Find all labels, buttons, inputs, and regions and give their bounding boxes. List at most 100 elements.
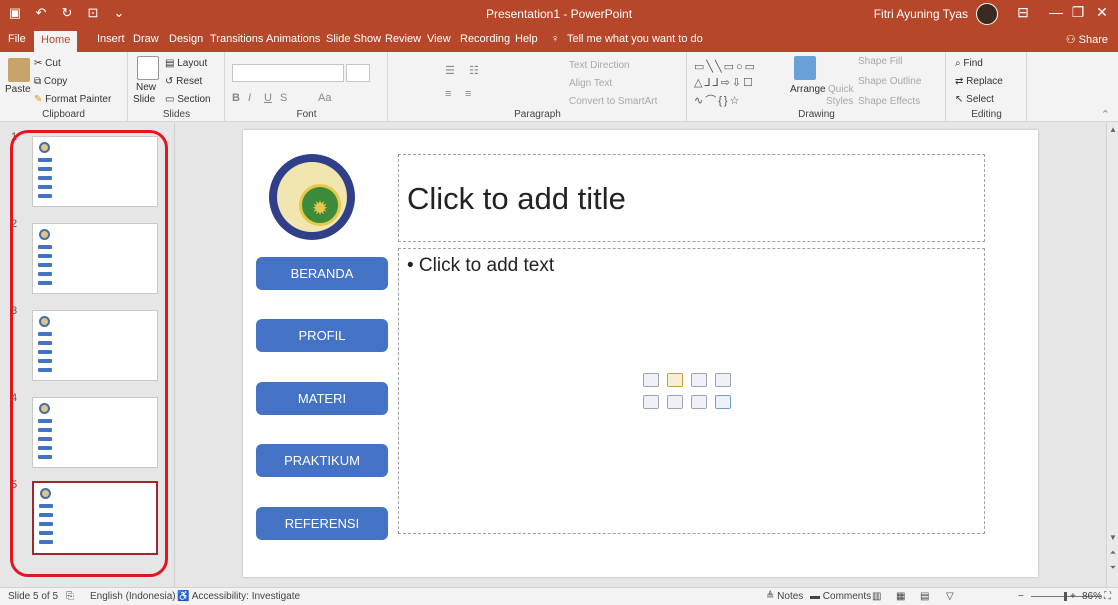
slide[interactable]: ✹ Click to add title • Click to add text… [243, 130, 1038, 577]
avatar[interactable] [976, 3, 998, 25]
insert-video-icon[interactable] [691, 395, 707, 409]
tab-home[interactable]: Home [34, 31, 78, 52]
tab-help[interactable]: Help [515, 33, 538, 45]
align-left-icon[interactable]: ≡ [445, 88, 451, 100]
copy-button[interactable]: ⧉ Copy [34, 76, 67, 87]
select-icon: ↖ [955, 94, 967, 105]
tab-draw[interactable]: Draw [133, 33, 159, 45]
brush-icon: ✎ [34, 94, 46, 105]
zoom-level[interactable]: 86% [1082, 591, 1102, 602]
convert-smartart-button[interactable]: Convert to SmartArt [569, 96, 657, 107]
previous-slide-icon[interactable]: ⏶ [1107, 548, 1118, 558]
select-button[interactable]: ↖ Select [955, 94, 994, 105]
shape-fill-button[interactable]: Shape Fill [858, 56, 902, 67]
tab-design[interactable]: Design [169, 33, 203, 45]
restore-icon[interactable]: ❐ [1068, 4, 1088, 21]
slide-show-icon[interactable]: ▽ [946, 591, 954, 602]
nav-button-materi[interactable]: MATERI [256, 382, 388, 415]
nav-button-beranda[interactable]: BERANDA [256, 257, 388, 290]
change-case-button[interactable]: Aa [318, 92, 331, 104]
insert-online-picture-icon[interactable] [667, 395, 683, 409]
text-direction-button[interactable]: Text Direction [569, 60, 630, 71]
arrange-icon[interactable] [794, 56, 816, 80]
numbering-icon[interactable]: ☷ [469, 64, 479, 77]
accessibility-status[interactable]: ♿ Accessibility: Investigate [177, 591, 300, 602]
italic-button[interactable]: I [248, 92, 251, 104]
nav-button-referensi[interactable]: REFERENSI [256, 507, 388, 540]
zoom-in-icon[interactable]: + [1070, 591, 1076, 602]
font-name-combo[interactable] [232, 64, 344, 82]
tab-view[interactable]: View [427, 33, 451, 45]
insert-smartart-icon[interactable] [691, 373, 707, 387]
zoom-out-icon[interactable]: − [1018, 591, 1024, 602]
quick-styles-button[interactable]: Quick [828, 84, 854, 95]
new-slide-button-line2[interactable]: Slide [133, 94, 155, 105]
quick-styles-button-line2[interactable]: Styles [826, 96, 853, 107]
bullets-icon[interactable]: ☰ [445, 64, 455, 77]
reset-button[interactable]: ↺ Reset [165, 76, 202, 87]
next-slide-icon[interactable]: ⏷ [1107, 563, 1118, 573]
replace-button[interactable]: ⇄ Replace [955, 76, 1003, 87]
bold-button[interactable]: B [232, 92, 240, 104]
minimize-icon[interactable]: — [1046, 4, 1066, 20]
share-button[interactable]: ⚇ Share [1066, 33, 1108, 46]
reading-view-icon[interactable]: ▤ [920, 591, 929, 602]
section-button[interactable]: ▭ Section [165, 94, 211, 105]
new-slide-button[interactable]: New [136, 82, 156, 93]
ribbon-display-options-icon[interactable]: ⊟ [1013, 4, 1033, 21]
notes-button[interactable]: ≜ Notes [766, 591, 803, 602]
scroll-down-icon[interactable]: ▼ [1107, 533, 1118, 542]
scroll-up-icon[interactable]: ▲ [1107, 125, 1118, 134]
align-text-button[interactable]: Align Text [569, 78, 612, 89]
tab-slide-show[interactable]: Slide Show [326, 33, 381, 45]
underline-button[interactable]: U [264, 92, 272, 104]
new-slide-icon[interactable] [137, 56, 159, 80]
tab-recording[interactable]: Recording [460, 33, 510, 45]
insert-picture-icon[interactable] [643, 395, 659, 409]
find-button[interactable]: ⌕ Find [955, 58, 983, 69]
shapes-gallery-row2-icon[interactable]: △⅃⅃⇨⇩☐ [694, 76, 755, 89]
language-indicator[interactable]: English (Indonesia) [90, 591, 176, 602]
shape-outline-button[interactable]: Shape Outline [858, 76, 921, 87]
content-placeholder[interactable]: • Click to add text [398, 248, 985, 534]
user-name[interactable]: Fitri Ayuning Tyas [874, 7, 968, 21]
font-size-combo[interactable] [346, 64, 370, 82]
paste-button[interactable]: Paste [5, 84, 31, 95]
align-center-icon[interactable]: ≡ [465, 88, 471, 100]
insert-chart-icon[interactable] [667, 373, 683, 387]
tab-transitions[interactable]: Transitions [210, 33, 263, 45]
collapse-ribbon-icon[interactable]: ⌃ [1101, 108, 1110, 121]
paragraph-group-label: Paragraph [514, 109, 561, 120]
format-painter-button[interactable]: ✎ Format Painter [34, 94, 111, 105]
layout-button[interactable]: ▤ Layout [165, 58, 207, 69]
normal-view-icon[interactable]: ▥ [872, 591, 881, 602]
shape-effects-button[interactable]: Shape Effects [858, 96, 920, 107]
arrange-button[interactable]: Arrange [790, 84, 826, 95]
insert-icons-icon[interactable] [715, 395, 731, 409]
shadow-button[interactable]: S [280, 92, 287, 104]
paste-icon[interactable] [8, 58, 30, 82]
tell-me-search[interactable]: Tell me what you want to do [567, 33, 703, 45]
fit-slide-icon[interactable]: ⛶ [1104, 591, 1111, 602]
cut-button[interactable]: ✂ Cut [34, 58, 61, 69]
shapes-gallery-row3-icon[interactable]: ∿⌒{}☆ [694, 92, 741, 108]
comments-button[interactable]: ▬ Comments [810, 591, 871, 602]
slide-sorter-icon[interactable]: ▦ [896, 591, 905, 602]
tab-insert[interactable]: Insert [97, 33, 125, 45]
nav-button-profil[interactable]: PROFIL [256, 319, 388, 352]
shapes-gallery-icon[interactable]: ▭╲╲▭○▭ [694, 60, 757, 73]
spelling-check-icon[interactable]: ⎘ [66, 591, 74, 602]
tab-file[interactable]: File [8, 33, 26, 45]
tab-review[interactable]: Review [385, 33, 421, 45]
close-icon[interactable]: ✕ [1092, 4, 1112, 21]
title-placeholder[interactable]: Click to add title [398, 154, 985, 242]
nav-button-praktikum[interactable]: PRAKTIKUM [256, 444, 388, 477]
insert-3d-model-icon[interactable] [715, 373, 731, 387]
replace-icon: ⇄ [955, 76, 967, 87]
tab-animations[interactable]: Animations [266, 33, 320, 45]
vertical-scrollbar[interactable]: ▲ ▼ ⏶ ⏷ [1106, 123, 1118, 587]
slide-canvas[interactable]: ✹ Click to add title • Click to add text… [176, 123, 1106, 587]
zoom-slider-thumb[interactable] [1064, 592, 1067, 601]
star-icon: ✹ [311, 198, 329, 220]
insert-table-icon[interactable] [643, 373, 659, 387]
